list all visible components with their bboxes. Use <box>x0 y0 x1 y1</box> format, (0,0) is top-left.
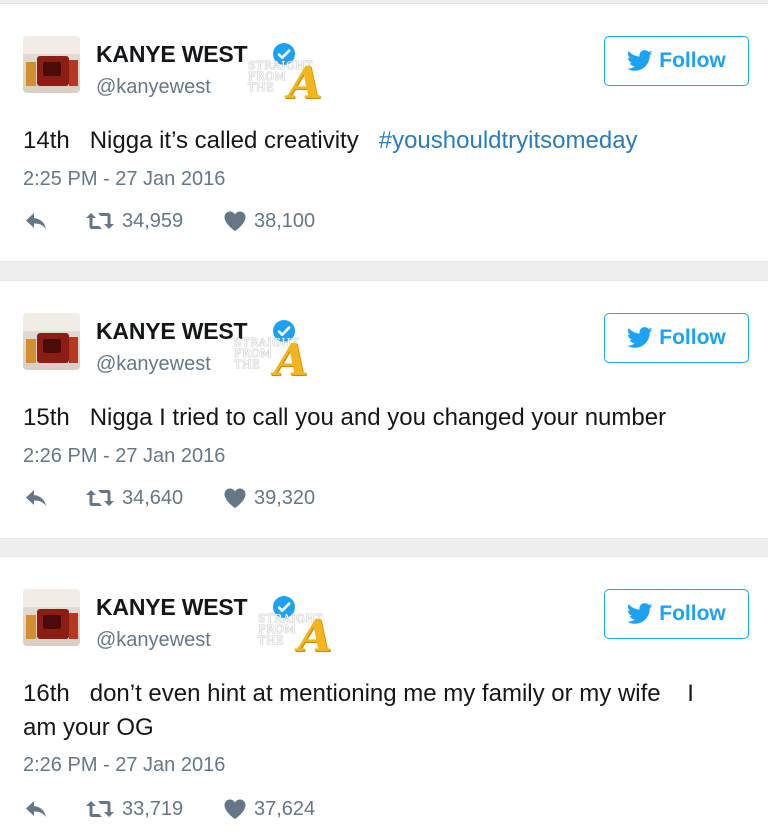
hashtag-link[interactable]: #youshouldtryitsomeday <box>379 127 638 154</box>
tweet-text-body: 14th Nigga it’s called creativity <box>23 127 379 154</box>
reply-icon <box>26 213 46 229</box>
watermark-logo: STRAIGHT FROM THE A <box>234 337 344 389</box>
reply-button[interactable] <box>23 794 49 824</box>
follow-label: Follow <box>659 326 726 349</box>
timestamp[interactable]: 2:26 PM - 27 Jan 2016 <box>23 752 225 778</box>
retweet-button[interactable]: 34,640 <box>85 483 183 513</box>
tweet-text-body: 15th Nigga I tried to call you and you c… <box>23 404 667 431</box>
avatar[interactable] <box>23 36 80 93</box>
handle[interactable]: @kanyewest <box>96 351 211 377</box>
display-name[interactable]: KANYE WEST <box>96 593 248 621</box>
like-button[interactable]: 38,100 <box>223 206 315 236</box>
tweet-text: 15th Nigga I tried to call you and you c… <box>23 401 738 435</box>
tweet-card: KANYE WEST @kanyewest STRAIGHT FROM THE … <box>0 556 768 837</box>
reply-button[interactable] <box>23 483 49 513</box>
like-count: 38,100 <box>254 210 316 232</box>
like-button[interactable]: 37,624 <box>223 794 315 824</box>
follow-button[interactable]: Follow <box>604 313 749 363</box>
watermark-logo: STRAIGHT FROM THE A <box>258 613 368 665</box>
retweet-count: 33,719 <box>122 798 184 820</box>
reply-icon <box>26 801 46 817</box>
display-name[interactable]: KANYE WEST <box>96 40 248 68</box>
like-count: 37,624 <box>254 798 316 820</box>
reply-icon <box>26 490 46 506</box>
follow-button[interactable]: Follow <box>604 36 749 86</box>
follow-button[interactable]: Follow <box>604 589 749 639</box>
avatar[interactable] <box>23 313 80 370</box>
heart-icon <box>224 488 246 508</box>
retweet-icon <box>86 490 114 506</box>
like-button[interactable]: 39,320 <box>223 483 315 513</box>
retweet-icon <box>86 801 114 817</box>
watermark-a: A <box>298 611 333 662</box>
heart-icon <box>224 799 246 819</box>
tweet-actions: 34,640 39,320 <box>23 483 423 513</box>
twitter-bird-icon <box>627 50 653 71</box>
heart-icon <box>224 211 246 231</box>
watermark-a: A <box>288 58 323 109</box>
like-count: 39,320 <box>254 487 316 509</box>
twitter-bird-icon <box>627 603 653 624</box>
retweet-icon <box>86 213 114 229</box>
tweet-card: KANYE WEST @kanyewest STRAIGHT FROM THE … <box>0 280 768 539</box>
follow-label: Follow <box>659 602 726 625</box>
timestamp[interactable]: 2:25 PM - 27 Jan 2016 <box>23 166 225 192</box>
retweet-count: 34,959 <box>122 210 184 232</box>
tweet-text: 14th Nigga it’s called creativity #yoush… <box>23 124 738 158</box>
retweet-count: 34,640 <box>122 487 184 509</box>
handle[interactable]: @kanyewest <box>96 74 211 100</box>
tweet-text: 16th don’t even hint at mentioning me my… <box>23 677 738 745</box>
tweet-actions: 34,959 38,100 <box>23 206 423 236</box>
tweet-card: KANYE WEST @kanyewest STRAIGHT FROM THE … <box>0 3 768 262</box>
retweet-button[interactable]: 34,959 <box>85 206 183 236</box>
display-name[interactable]: KANYE WEST <box>96 317 248 345</box>
watermark-a: A <box>274 335 309 386</box>
follow-label: Follow <box>659 49 726 72</box>
handle[interactable]: @kanyewest <box>96 627 211 653</box>
timestamp[interactable]: 2:26 PM - 27 Jan 2016 <box>23 443 225 469</box>
avatar[interactable] <box>23 589 80 646</box>
reply-button[interactable] <box>23 206 49 236</box>
tweet-actions: 33,719 37,624 <box>23 794 423 824</box>
tweet-text-body: 16th don’t even hint at mentioning me my… <box>23 680 694 741</box>
twitter-bird-icon <box>627 327 653 348</box>
retweet-button[interactable]: 33,719 <box>85 794 183 824</box>
watermark-logo: STRAIGHT FROM THE A <box>248 60 358 112</box>
